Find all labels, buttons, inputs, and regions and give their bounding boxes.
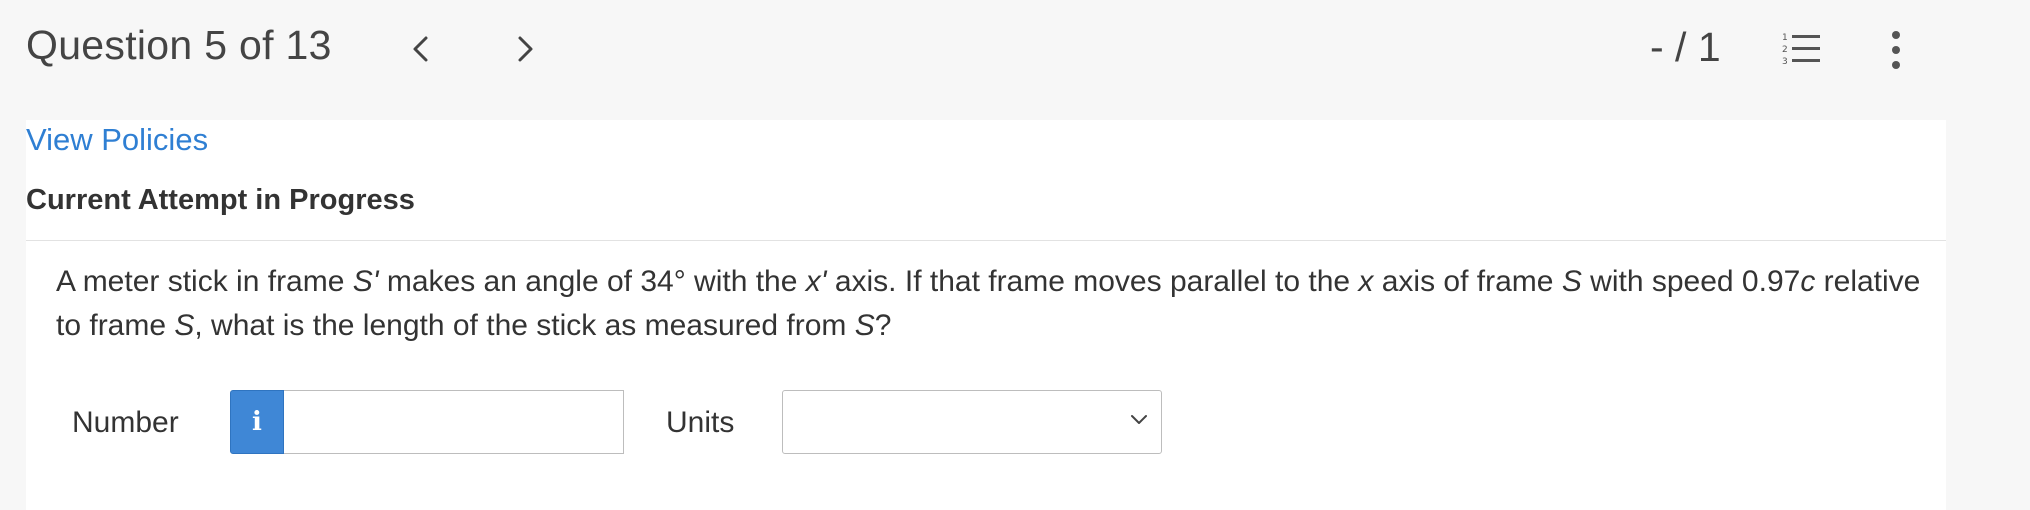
svg-text:3: 3 bbox=[1782, 57, 1788, 67]
view-policies-link[interactable]: View Policies bbox=[26, 122, 208, 158]
vertical-dots-icon bbox=[1892, 31, 1900, 69]
previous-question-button[interactable] bbox=[406, 32, 436, 66]
numbered-list-icon: 1 2 3 bbox=[1782, 33, 1820, 67]
question-list-button[interactable]: 1 2 3 bbox=[1778, 30, 1826, 70]
svg-text:1: 1 bbox=[1782, 33, 1788, 43]
attempt-heading: Current Attempt in Progress bbox=[26, 184, 415, 216]
score-display: - / 1 bbox=[1650, 24, 1721, 70]
units-label: Units bbox=[666, 406, 735, 439]
next-question-button[interactable] bbox=[510, 32, 540, 66]
question-counter: Question 5 of 13 bbox=[26, 22, 332, 68]
question-text: A meter stick in frame S' makes an angle… bbox=[56, 265, 1921, 342]
info-icon: i bbox=[252, 407, 262, 437]
units-dropdown[interactable] bbox=[782, 390, 1162, 454]
question-panel: View Policies Current Attempt in Progres… bbox=[26, 120, 1946, 510]
svg-text:2: 2 bbox=[1782, 45, 1788, 55]
info-button[interactable]: i bbox=[230, 390, 284, 454]
chevron-left-icon bbox=[413, 36, 428, 62]
chevron-down-icon bbox=[1131, 415, 1147, 424]
chevron-right-icon bbox=[518, 36, 533, 62]
question-header: Question 5 of 13 - / 1 1 2 3 bbox=[0, 0, 2030, 100]
number-input[interactable] bbox=[284, 390, 624, 454]
more-options-button[interactable] bbox=[1882, 26, 1910, 74]
number-label: Number bbox=[72, 406, 179, 439]
divider bbox=[26, 240, 1946, 241]
